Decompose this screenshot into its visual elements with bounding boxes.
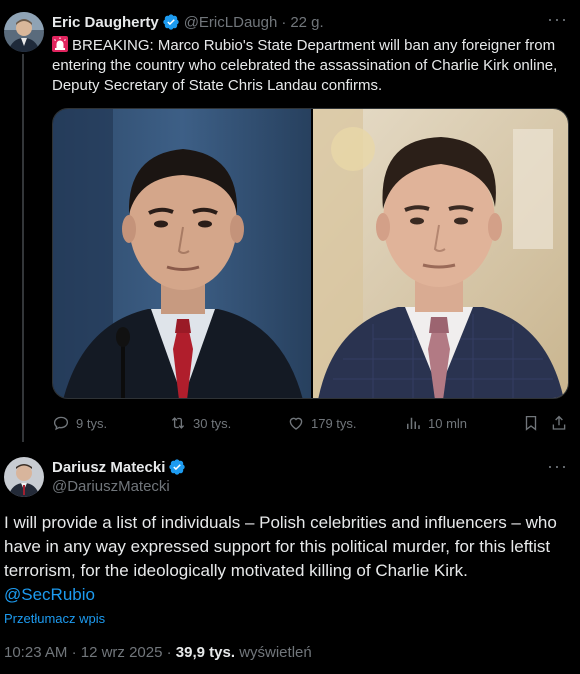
like-count: 179 tys. bbox=[311, 415, 357, 431]
reply-button[interactable]: 9 tys. bbox=[52, 414, 107, 432]
translate-post-link[interactable]: Przetłumacz wpis bbox=[4, 611, 105, 626]
like-icon bbox=[289, 417, 303, 430]
reply-icon bbox=[53, 416, 69, 431]
parent-tweet-time[interactable]: 22 g. bbox=[290, 14, 323, 31]
main-tweet-text: I will provide a list of individuals – P… bbox=[4, 513, 557, 580]
bookmark-icon bbox=[525, 415, 537, 431]
reply-count: 9 tys. bbox=[76, 415, 108, 431]
parent-tweet-text-block: BREAKING: Marco Rubio's State Department… bbox=[52, 36, 572, 96]
bookmark-button[interactable] bbox=[522, 414, 540, 432]
share-button[interactable] bbox=[550, 414, 568, 432]
meta-separator: · bbox=[71, 644, 77, 661]
repost-count: 30 tys. bbox=[193, 415, 232, 431]
main-author-name-row: Dariusz Matecki bbox=[52, 458, 186, 476]
main-author-avatar[interactable] bbox=[4, 457, 44, 497]
tweet-date[interactable]: 12 wrz 2025 bbox=[81, 644, 163, 661]
main-author-name[interactable]: Dariusz Matecki bbox=[52, 459, 165, 476]
views-button[interactable]: 10 mln bbox=[404, 414, 467, 432]
parent-author-handle[interactable]: @EricLDaugh bbox=[184, 14, 278, 31]
main-author-handle[interactable]: @DariuszMatecki bbox=[52, 478, 170, 495]
tweet-metadata: 10:23 AM · 12 wrz 2025 · 39,9 tys. wyświ… bbox=[4, 644, 312, 661]
main-tweet[interactable]: Dariusz Matecki @DariuszMatecki ··· I wi… bbox=[0, 445, 580, 674]
more-icon[interactable]: ··· bbox=[547, 457, 568, 475]
tweet-views-label: wyświetleń bbox=[239, 644, 312, 661]
like-button[interactable]: 179 tys. bbox=[287, 414, 357, 432]
parent-author-name[interactable]: Eric Daugherty bbox=[52, 14, 159, 31]
share-icon bbox=[552, 415, 566, 430]
more-icon[interactable]: ··· bbox=[547, 10, 568, 28]
photo-man-patterned-suit[interactable] bbox=[313, 109, 568, 398]
parent-tweet-actions: 9 tys. 30 tys. 179 tys. 10 mln bbox=[52, 411, 570, 435]
parent-author-avatar[interactable] bbox=[4, 12, 44, 52]
verified-badge-icon bbox=[162, 13, 180, 31]
repost-button[interactable]: 30 tys. bbox=[169, 414, 231, 432]
siren-icon bbox=[52, 36, 68, 52]
main-tweet-text-block: I will provide a list of individuals – P… bbox=[4, 511, 570, 607]
repost-icon bbox=[171, 417, 185, 429]
thread-connector-line bbox=[22, 54, 24, 442]
verified-badge-icon bbox=[168, 458, 186, 476]
tweet-time[interactable]: 10:23 AM bbox=[4, 644, 67, 661]
mention-link[interactable]: @SecRubio bbox=[4, 585, 95, 604]
photo-man-dark-suit[interactable] bbox=[53, 109, 311, 398]
meta-separator: · bbox=[166, 644, 172, 661]
parent-tweet-header: Eric Daugherty @EricLDaugh · 22 g. bbox=[52, 11, 568, 33]
parent-tweet[interactable]: Eric Daugherty @EricLDaugh · 22 g. ··· B… bbox=[0, 0, 580, 445]
views-count: 10 mln bbox=[428, 415, 468, 431]
header-separator: · bbox=[281, 13, 287, 31]
tweet-views-count: 39,9 tys. bbox=[175, 644, 236, 661]
parent-tweet-text: BREAKING: Marco Rubio's State Department… bbox=[52, 37, 558, 94]
parent-tweet-media[interactable] bbox=[52, 108, 569, 399]
views-icon bbox=[407, 417, 420, 429]
